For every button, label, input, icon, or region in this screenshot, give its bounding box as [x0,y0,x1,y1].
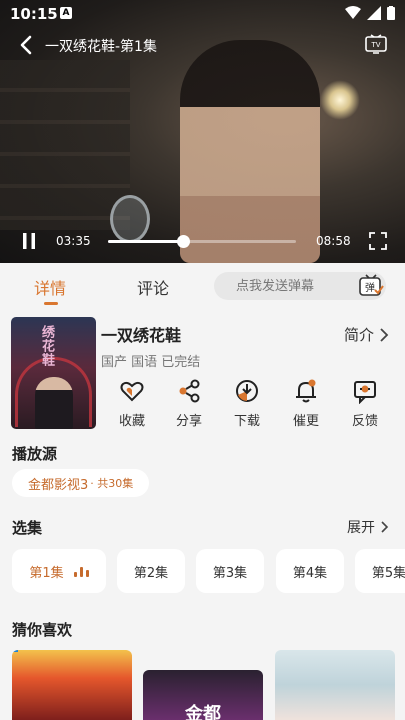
episode-item[interactable]: 第5集 [355,549,405,593]
player-controls: 03:35 08:58 [0,228,405,256]
chevron-right-icon [381,521,389,533]
heart-icon [120,381,144,402]
tv-cast-icon[interactable]: TV [365,34,387,54]
feedback-label: 反馈 [351,414,378,429]
current-time: 03:35 [56,234,91,248]
download-button[interactable]: 下载 [219,378,275,429]
danmaku-glyph: 弹 [365,281,375,294]
collect-button[interactable]: 收藏 [104,378,160,429]
chevron-right-icon [380,327,389,342]
recommend-card[interactable] [12,650,132,720]
source-chip[interactable]: 金都影视3 · 共30集 [12,469,150,497]
episode-label: 第3集 [212,565,248,581]
wifi-icon [345,6,361,19]
episode-item[interactable]: 第4集 [276,549,344,593]
feedback-icon [354,381,376,404]
show-meta: 国产 国语 已完结 [101,355,201,370]
recommend-section-title: 猜你喜欢 [12,621,73,639]
video-frame-shelf [0,60,130,230]
urge-update-label: 催更 [292,414,319,429]
danmaku-input[interactable] [214,272,354,300]
status-bar: 10:15 A [0,0,405,28]
episode-item[interactable]: 第2集 [117,549,185,593]
episode-label: 第5集 [371,565,405,581]
episode-item[interactable]: 第3集 [196,549,264,593]
notification-icon: A [60,7,72,19]
collect-label: 收藏 [118,414,145,429]
signal-icon [367,6,381,20]
intro-button[interactable]: 简介 [344,324,389,345]
source-name: 金都影视3 [28,477,89,493]
episode-title: 一双绣花鞋-第1集 [45,39,157,55]
back-icon[interactable] [16,34,38,56]
detail-tabs: 详情 评论 弹 [0,263,405,307]
fullscreen-icon[interactable] [369,232,387,250]
episode-label: 第4集 [292,565,328,581]
expand-label: 展开 [347,520,375,536]
episode-label: 第2集 [133,565,169,581]
danmaku-bar: 弹 [214,272,386,300]
progress-track[interactable] [108,235,296,248]
status-time: 10:15 [10,5,58,23]
svg-text:TV: TV [370,41,380,49]
recommend-card[interactable]: 金都 [143,670,263,720]
share-button[interactable]: 分享 [161,378,217,429]
tab-details[interactable]: 详情 [34,275,66,299]
battery-icon [387,6,395,20]
action-bar: 收藏 分享 下载 催更 反馈 [101,378,401,430]
tab-active-indicator [44,302,58,305]
recommend-badge [12,650,18,652]
urge-update-button[interactable]: 催更 [278,378,334,429]
episode-list: 第1集 第2集 第3集 第4集 第5集 [12,549,405,595]
episode-label: 第1集 [29,565,64,581]
share-label: 分享 [175,414,202,429]
download-icon [236,380,258,402]
pause-icon[interactable] [20,232,38,250]
danmaku-toggle-icon[interactable]: 弹 [358,273,384,299]
source-section-title: 播放源 [12,445,58,463]
total-time: 08:58 [316,234,351,248]
show-poster[interactable]: 绣花鞋 [11,317,96,429]
player-top-bar: 一双绣花鞋-第1集 TV [0,30,405,60]
episodes-section-title: 选集 [12,519,43,537]
poster-figure [35,377,73,429]
progress-fill [108,240,184,243]
recommend-card[interactable] [275,650,395,720]
poster-title: 绣花鞋 [39,325,54,367]
bell-icon [296,379,316,403]
system-icons [345,6,395,20]
episode-item[interactable]: 第1集 [12,549,106,593]
video-player[interactable]: 10:15 A 一双绣花鞋-第1集 TV 03:35 08:58 [0,0,405,263]
video-frame-lamp [320,80,360,120]
share-icon [179,379,200,403]
recommend-card-text: 金都 [185,704,221,720]
show-title: 一双绣花鞋 [101,326,182,345]
feedback-button[interactable]: 反馈 [337,378,393,429]
playing-indicator-icon [73,565,89,577]
intro-label: 简介 [343,326,374,344]
expand-button[interactable]: 展开 [347,517,389,537]
tab-comments[interactable]: 评论 [137,275,169,299]
download-label: 下载 [233,414,260,429]
source-episode-count: · 共30集 [90,477,134,490]
progress-thumb[interactable] [177,235,191,248]
